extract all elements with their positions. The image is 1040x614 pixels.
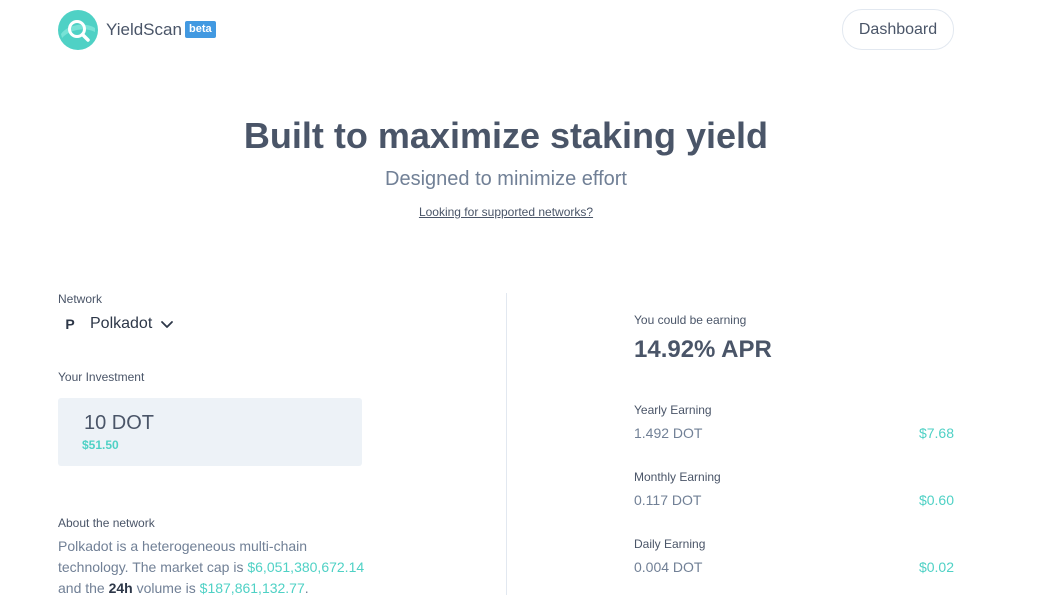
chevron-down-icon — [161, 321, 174, 328]
monthly-earning-label: Monthly Earning — [634, 470, 721, 484]
supported-networks-link[interactable]: Looking for supported networks? — [0, 205, 1012, 219]
about-text-part: and the — [58, 580, 109, 596]
about-network-label: About the network — [58, 516, 155, 530]
about-text-part: volume is — [132, 580, 200, 596]
apr-value: 14.92% APR — [634, 336, 772, 363]
yearly-earning-label: Yearly Earning — [634, 403, 712, 417]
about-network-text: Polkadot is a heterogeneous multi-chain … — [58, 536, 378, 599]
monthly-earning-usd: $0.60 — [918, 492, 954, 508]
investment-usd-value: $51.50 — [82, 438, 119, 452]
daily-earning-usd: $0.02 — [918, 559, 954, 575]
beta-badge: beta — [185, 21, 216, 38]
network-select[interactable]: P Polkadot — [58, 312, 174, 336]
network-name: Polkadot — [90, 315, 153, 332]
volume-value: $187,861,132.77 — [199, 580, 305, 596]
hero-title: Built to maximize staking yield — [243, 115, 769, 156]
monthly-earning-dot: 0.117 DOT — [634, 492, 702, 508]
about-text-part: . — [304, 580, 309, 596]
timeframe-24h: 24h — [108, 580, 133, 596]
investment-value[interactable]: 10 DOT — [84, 412, 154, 435]
polkadot-icon: P — [65, 316, 75, 332]
yieldscan-logo[interactable] — [58, 10, 98, 50]
investment-label: Your Investment — [58, 370, 145, 384]
network-label: Network — [58, 292, 103, 306]
hero-subtitle: Designed to minimize effort — [385, 168, 627, 190]
earning-label: You could be earning — [634, 313, 747, 327]
brand-name: YieldScan — [106, 20, 182, 39]
market-cap-value: $6,051,380,672.14 — [247, 559, 365, 575]
investment-input[interactable]: 10 DOT $51.50 — [58, 398, 362, 466]
column-divider — [506, 293, 507, 595]
yearly-earning-usd: $7.68 — [918, 425, 954, 441]
dashboard-button[interactable]: Dashboard — [842, 9, 954, 50]
daily-earning-dot: 0.004 DOT — [634, 559, 703, 575]
yearly-earning-dot: 1.492 DOT — [634, 425, 703, 441]
daily-earning-label: Daily Earning — [634, 537, 706, 551]
